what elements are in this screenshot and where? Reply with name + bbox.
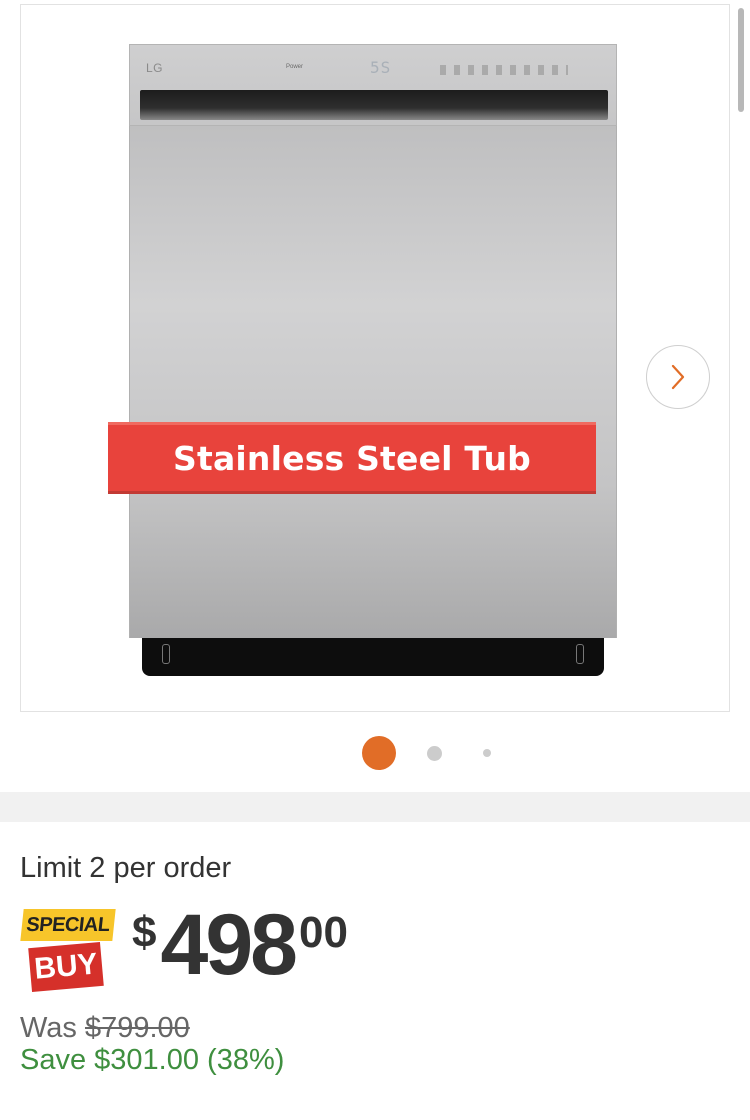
door-panel xyxy=(129,126,617,638)
current-price: $ 498 00 xyxy=(132,900,348,990)
leveling-foot xyxy=(576,644,584,664)
feature-banner: Stainless Steel Tub xyxy=(108,422,596,494)
section-divider xyxy=(0,792,750,822)
special-buy-badge-top: SPECIAL xyxy=(20,909,116,941)
was-price-line: Was $799.00 xyxy=(20,1012,190,1045)
chevron-right-icon xyxy=(671,364,685,390)
product-image[interactable]: LG Power 5S xyxy=(20,4,730,712)
price-currency: $ xyxy=(132,908,157,957)
door-handle xyxy=(140,90,608,120)
special-buy-badge-top-text: SPECIAL xyxy=(25,913,111,936)
control-panel: LG Power 5S xyxy=(129,44,617,126)
price-cents: 00 xyxy=(298,908,348,957)
product-image-gallery: LG Power 5S Stainless Steel Tub xyxy=(0,0,750,792)
panel-buttons xyxy=(440,65,568,75)
was-price: $799.00 xyxy=(84,1012,190,1044)
dishwasher-image: LG Power 5S xyxy=(129,44,617,676)
feature-banner-text: Stainless Steel Tub xyxy=(173,438,531,478)
pagination-dot[interactable] xyxy=(483,749,491,757)
price-dollars: 498 xyxy=(160,897,297,993)
pricing-section: Limit 2 per order SPECIAL BUY $ 498 00 W… xyxy=(0,822,750,1120)
special-buy-badge-bottom: BUY xyxy=(28,941,104,993)
pagination-dot[interactable] xyxy=(427,746,442,761)
next-image-button[interactable] xyxy=(646,345,710,409)
toe-kick xyxy=(142,638,604,676)
panel-display: 5S xyxy=(370,58,392,77)
was-label: Was xyxy=(20,1012,85,1044)
carousel-pagination xyxy=(0,734,750,774)
scrollbar[interactable] xyxy=(738,8,744,112)
pagination-dot-active[interactable] xyxy=(362,736,396,770)
leveling-foot xyxy=(162,644,170,664)
special-buy-badge: SPECIAL BUY xyxy=(20,909,116,993)
power-label: Power xyxy=(286,64,304,70)
savings-text: Save $301.00 (38%) xyxy=(20,1044,285,1076)
purchase-limit: Limit 2 per order xyxy=(20,852,232,884)
special-buy-badge-bottom-text: BUY xyxy=(32,947,99,986)
brand-logo: LG xyxy=(146,61,164,75)
